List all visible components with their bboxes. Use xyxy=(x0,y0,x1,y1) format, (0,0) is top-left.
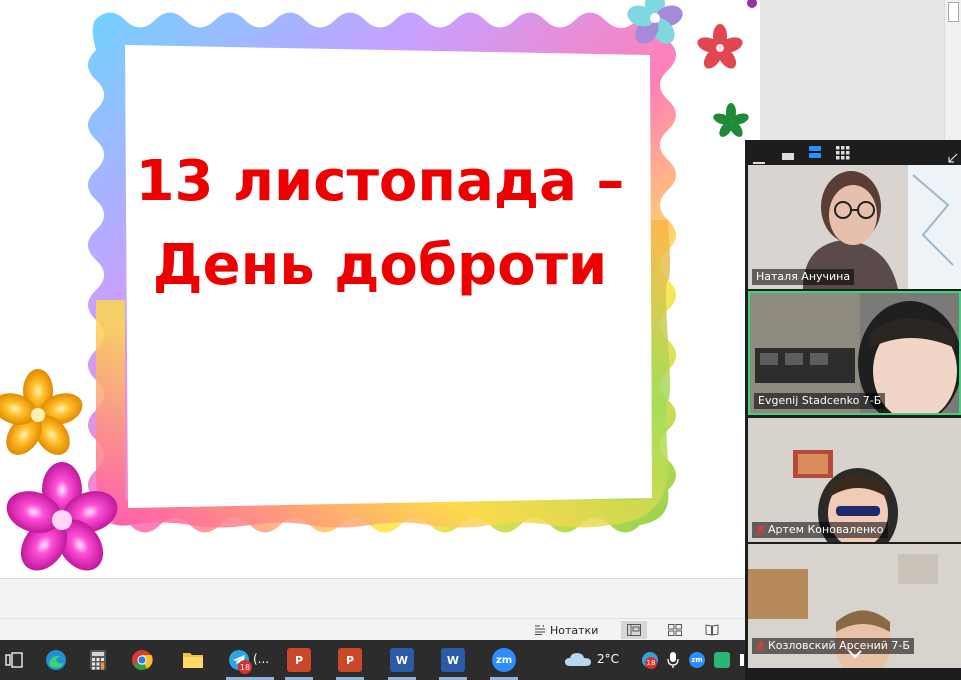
video-tile[interactable]: Козловский Арсений 7-Б xyxy=(748,544,961,668)
scrollbar-thumb[interactable] xyxy=(948,2,959,22)
video-tile-active-speaker[interactable]: Evgenij Stadcenko 7-Б xyxy=(748,291,961,415)
weather-temperature: 2°C xyxy=(597,652,620,666)
calculator-icon xyxy=(90,650,106,670)
participant-name-tag: Evgenij Stadcenko 7-Б xyxy=(754,393,886,409)
notes-icon xyxy=(535,625,545,635)
word-window-2-button[interactable]: W xyxy=(441,648,465,672)
book-icon xyxy=(705,624,719,636)
task-view-button[interactable] xyxy=(2,648,26,672)
powerpoint-window-2-button[interactable]: P xyxy=(338,648,362,672)
normal-view-icon xyxy=(627,624,641,636)
scroll-down-button[interactable] xyxy=(848,644,862,659)
tray-telegram-badge: 18 xyxy=(645,657,657,669)
slide-title-line-2: День доброти xyxy=(152,233,608,298)
minimize-button[interactable] xyxy=(753,149,765,164)
task-view-icon xyxy=(5,652,23,668)
calculator-button[interactable] xyxy=(86,648,110,672)
grid-view-icon xyxy=(836,146,850,160)
powerpoint-icon: P xyxy=(345,653,355,667)
chrome-browser-button[interactable] xyxy=(130,648,154,672)
single-video-icon xyxy=(782,153,794,160)
screen: 13 листопада – День доброти Нотатки 18 (… xyxy=(0,0,961,680)
word-icon: W xyxy=(446,653,460,667)
folder-icon xyxy=(183,653,203,668)
participant-name-tag: Артем Коноваленко xyxy=(752,522,888,538)
tray-app-icon[interactable] xyxy=(714,652,730,668)
collapse-arrow-icon xyxy=(948,153,958,163)
telegram-window-label: (... xyxy=(253,652,270,666)
cloud-icon xyxy=(565,653,591,666)
participant-name: Наталя Анучина xyxy=(756,270,851,283)
tray-zoom-icon[interactable]: zm xyxy=(689,652,705,668)
edge-browser-button[interactable] xyxy=(44,648,68,672)
green-flower-icon xyxy=(713,103,749,137)
slide-sorter-button[interactable] xyxy=(662,621,688,639)
hide-video-button[interactable] xyxy=(781,147,795,160)
slide-title-line-1: 13 листопада – xyxy=(135,149,625,214)
red-flower-icon xyxy=(697,24,743,69)
telegram-unread-badge: 18 xyxy=(238,660,252,674)
muted-microphone-icon xyxy=(756,640,765,652)
word-window-1-button[interactable]: W xyxy=(390,648,414,672)
video-tile[interactable]: Артем Коноваленко xyxy=(748,418,961,542)
reading-view-button[interactable] xyxy=(699,621,725,639)
weather-widget[interactable] xyxy=(564,650,594,670)
stacked-view-icon xyxy=(809,146,821,158)
presentation-slide[interactable]: 13 листопада – День доброти xyxy=(0,0,760,578)
chevron-down-icon xyxy=(848,650,862,659)
normal-view-button[interactable] xyxy=(621,621,647,639)
status-bar: Нотатки xyxy=(0,618,761,640)
tray-microphone-icon[interactable] xyxy=(667,651,679,669)
gallery-view-button[interactable] xyxy=(836,145,850,160)
zoom-panel-toolbar xyxy=(745,140,961,165)
orange-flower-icon xyxy=(0,369,83,455)
chrome-icon xyxy=(132,650,153,670)
muted-microphone-icon xyxy=(756,524,765,536)
slide-title: 13 листопада – День доброти xyxy=(120,140,640,308)
speaker-view-button[interactable] xyxy=(808,145,822,160)
powerpoint-icon: P xyxy=(294,653,304,667)
powerpoint-window-1-button[interactable]: P xyxy=(287,648,311,672)
participant-name: Evgenij Stadcenko 7-Б xyxy=(758,394,882,407)
notes-label: Нотатки xyxy=(550,623,599,637)
participant-name-tag: Козловский Арсений 7-Б xyxy=(752,638,914,654)
participant-name-tag: Наталя Анучина xyxy=(752,269,855,285)
purple-flower-icon xyxy=(747,0,757,8)
exit-minimized-button[interactable] xyxy=(948,148,958,163)
word-icon: W xyxy=(395,653,409,667)
video-tile[interactable]: Наталя Анучина xyxy=(748,165,961,289)
slide-sorter-icon xyxy=(668,624,682,636)
participant-name: Козловский Арсений 7-Б xyxy=(768,639,910,652)
notes-pane[interactable] xyxy=(0,578,761,618)
edge-icon xyxy=(46,650,66,670)
minimize-icon xyxy=(753,162,765,164)
participant-name: Артем Коноваленко xyxy=(768,523,884,536)
vertical-scrollbar[interactable] xyxy=(944,0,961,140)
notes-button[interactable]: Нотатки xyxy=(534,621,598,639)
zoom-icon: zm xyxy=(495,654,513,666)
file-explorer-button[interactable] xyxy=(181,648,205,672)
zoom-app-button[interactable]: zm xyxy=(492,648,516,672)
zoom-video-panel[interactable]: Наталя Анучина Evgenij Stadcenko 7-Б Арт… xyxy=(745,140,961,680)
